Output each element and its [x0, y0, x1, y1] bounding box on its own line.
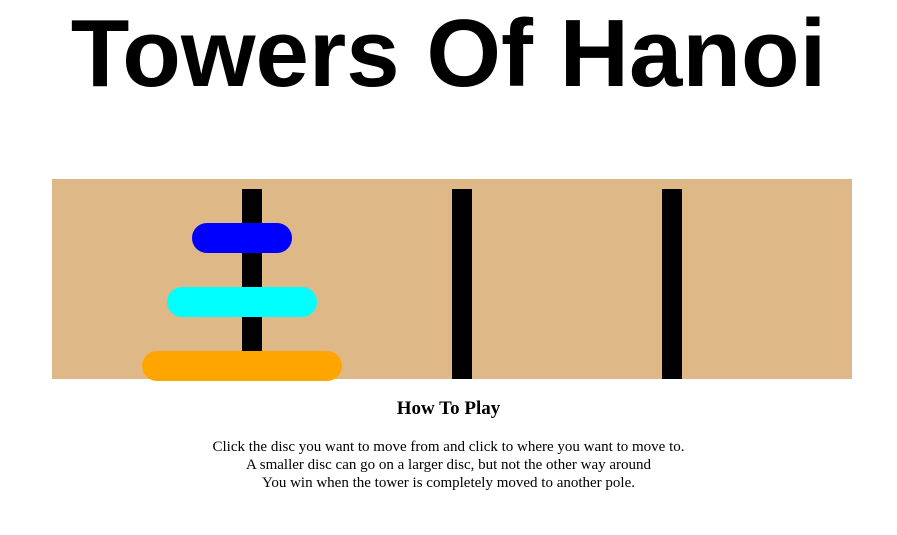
game-board[interactable] [52, 179, 852, 381]
disc-medium[interactable] [167, 287, 317, 317]
instruction-line: A smaller disc can go on a larger disc, … [245, 457, 652, 473]
pole-3[interactable] [662, 189, 682, 379]
instruction-line: You win when the tower is completely mov… [262, 475, 635, 491]
pole-2[interactable] [452, 189, 472, 379]
how-to-play-heading: How To Play [396, 398, 501, 419]
instruction-line: Click the disc you want to move from and… [212, 439, 685, 455]
disc-small[interactable] [192, 223, 292, 253]
page-title: Towers Of Hanoi [70, 0, 827, 107]
instructions-text: Click the disc you want to move from and… [0, 438, 897, 492]
disc-large[interactable] [142, 351, 342, 381]
